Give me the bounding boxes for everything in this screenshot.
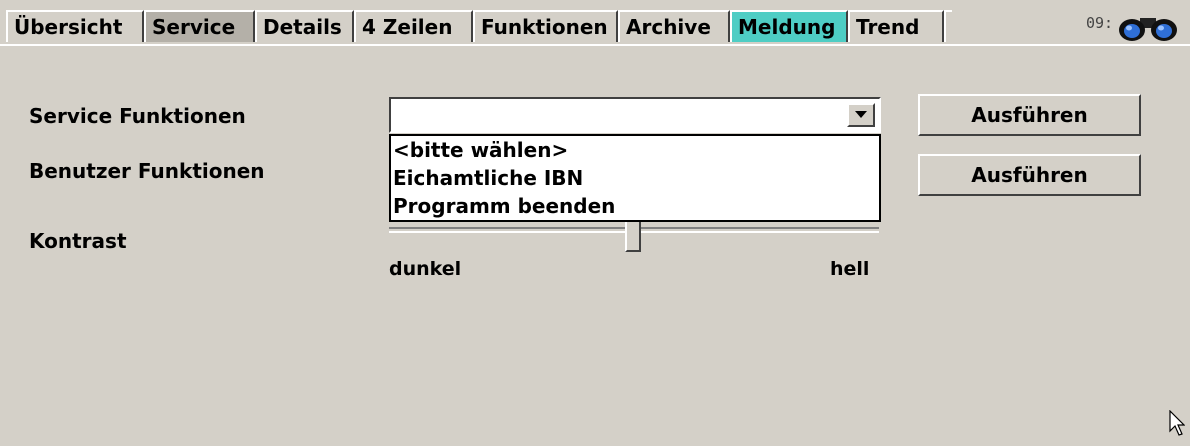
tab-trend[interactable]: Trend <box>848 10 944 42</box>
binoculars-icon[interactable] <box>1118 12 1178 42</box>
user-execute-button[interactable]: Ausführen <box>918 154 1141 196</box>
service-functions-label: Service Funktionen <box>29 104 246 128</box>
tab-service[interactable]: Service <box>144 10 255 42</box>
clock: 09: <box>1086 14 1114 32</box>
dropdown-option-programm-beenden[interactable]: Programm beenden <box>391 192 879 220</box>
tab-archive[interactable]: Archive <box>618 10 730 42</box>
dropdown-option-eichamtliche-ibn[interactable]: Eichamtliche IBN <box>391 164 879 192</box>
tab-4-zeilen[interactable]: 4 Zeilen <box>354 10 473 42</box>
service-functions-dropdown: <bitte wählen> Eichamtliche IBN Programm… <box>389 134 881 222</box>
service-execute-button[interactable]: Ausführen <box>918 94 1141 136</box>
chevron-down-icon <box>855 111 867 118</box>
tab-bar-divider <box>0 44 1190 46</box>
contrast-max-label: hell <box>830 258 870 280</box>
user-functions-label: Benutzer Funktionen <box>29 159 265 183</box>
tab-details[interactable]: Details <box>255 10 354 42</box>
dropdown-option-bitte-waehlen[interactable]: <bitte wählen> <box>391 136 879 164</box>
tab-filler <box>944 10 952 42</box>
mouse-pointer-icon <box>1169 410 1185 436</box>
contrast-label: Kontrast <box>29 229 127 253</box>
tab-meldung[interactable]: Meldung <box>730 10 848 42</box>
tab-funktionen[interactable]: Funktionen <box>473 10 618 42</box>
tab-bar: Übersicht Service Details 4 Zeilen Funkt… <box>0 0 1190 46</box>
tab-uebersicht[interactable]: Übersicht <box>6 10 144 42</box>
contrast-min-label: dunkel <box>389 258 462 280</box>
dropdown-button[interactable] <box>847 103 875 127</box>
service-functions-select[interactable] <box>389 97 881 133</box>
